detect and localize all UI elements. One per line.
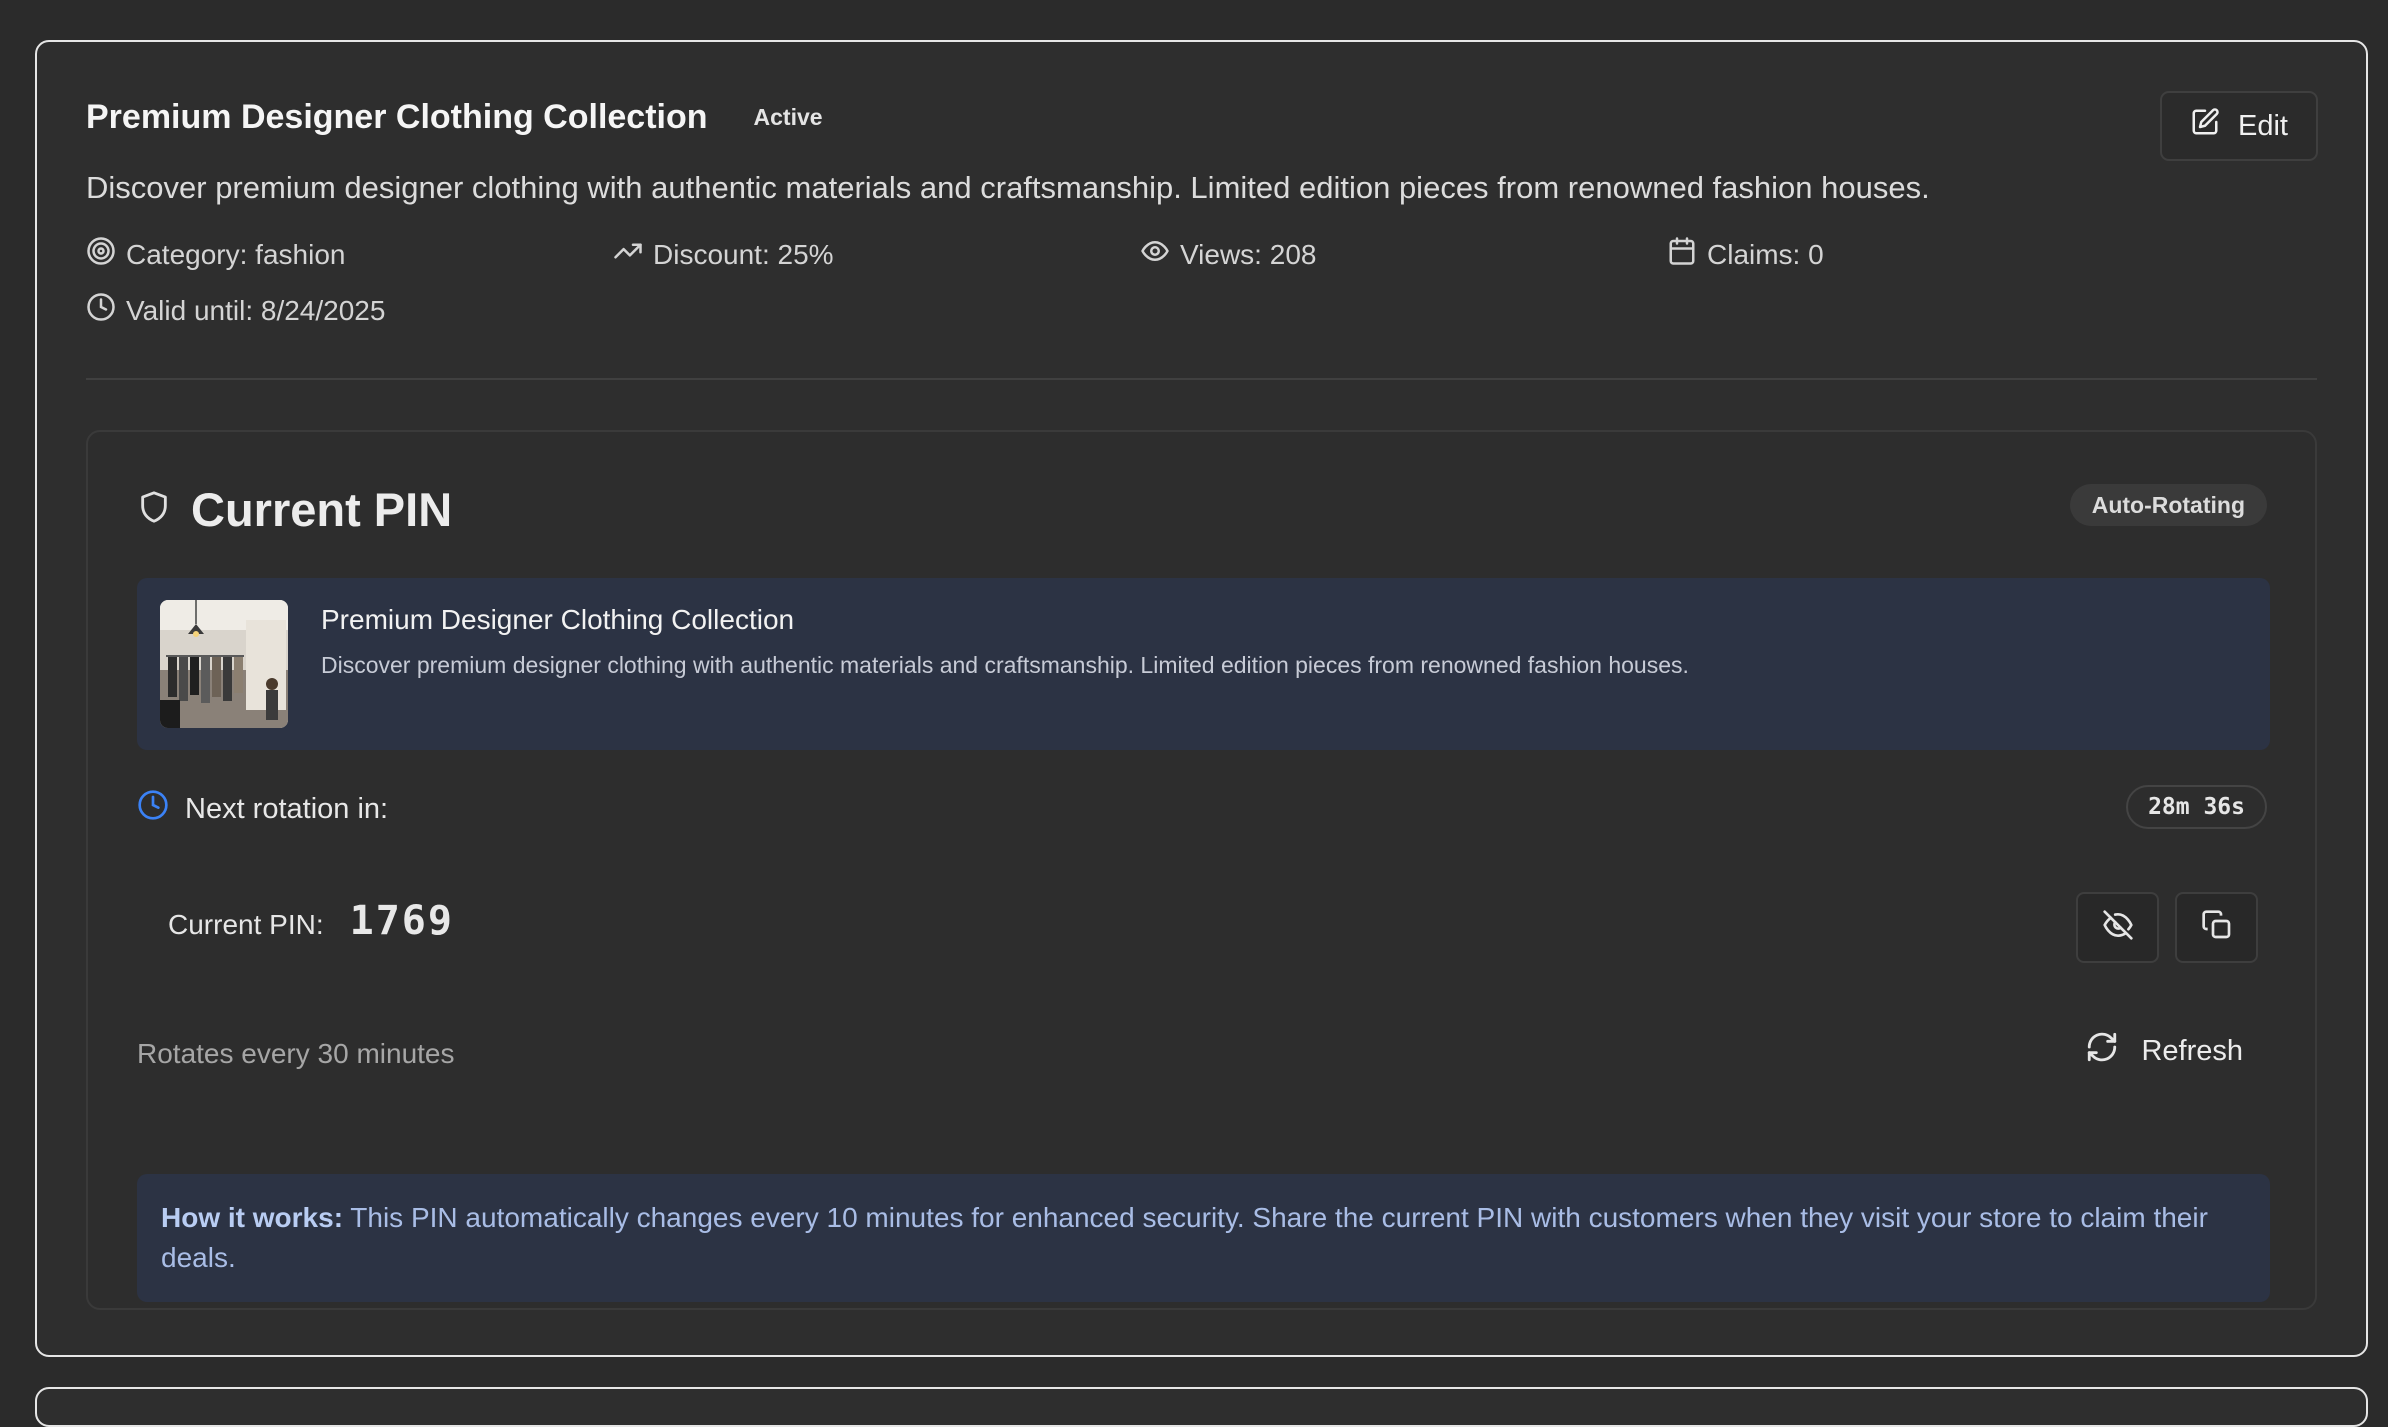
next-deal-card bbox=[35, 1387, 2368, 1427]
meta-category: Category: fashion bbox=[86, 236, 345, 273]
valid-until-text: Valid until: 8/24/2025 bbox=[126, 294, 386, 326]
pin-card: Current PIN Auto-Rotating Premium Design… bbox=[86, 430, 2317, 1310]
current-pin-row: Current PIN: 1769 bbox=[168, 898, 454, 944]
pin-card-header: Current PIN bbox=[137, 482, 452, 537]
meta-views: Views: 208 bbox=[1140, 236, 1316, 273]
category-text: Category: fashion bbox=[126, 238, 346, 270]
current-pin-label: Current PIN: bbox=[168, 909, 324, 940]
views-text: Views: 208 bbox=[1180, 238, 1317, 270]
refresh-label: Refresh bbox=[2141, 1034, 2243, 1067]
status-badge: Active bbox=[753, 104, 823, 130]
trending-up-icon bbox=[613, 236, 643, 273]
current-pin-value: 1769 bbox=[349, 898, 454, 944]
meta-discount: Discount: 25% bbox=[613, 236, 834, 273]
edit-icon bbox=[2190, 107, 2220, 145]
clock-icon bbox=[86, 292, 116, 329]
deal-title: Premium Designer Clothing Collection bbox=[86, 98, 708, 136]
deal-summary-title: Premium Designer Clothing Collection bbox=[321, 604, 795, 635]
copy-pin-button[interactable] bbox=[2175, 892, 2258, 963]
deal-summary: Premium Designer Clothing Collection Dis… bbox=[137, 578, 2270, 750]
rotation-timer: 28m 36s bbox=[2126, 785, 2267, 829]
refresh-icon bbox=[2085, 1030, 2119, 1072]
deal-summary-description: Discover premium designer clothing with … bbox=[321, 652, 1689, 678]
how-it-works-box: How it works: This PIN automatically cha… bbox=[137, 1174, 2270, 1302]
rotation-interval-text: Rotates every 30 minutes bbox=[137, 1038, 455, 1069]
deal-card: Premium Designer Clothing Collection Act… bbox=[35, 40, 2368, 1357]
next-rotation-label: Next rotation in: bbox=[185, 792, 389, 825]
eye-icon bbox=[1140, 236, 1170, 273]
deal-thumbnail bbox=[160, 600, 288, 728]
deal-description: Discover premium designer clothing with … bbox=[86, 170, 1930, 205]
clock-icon bbox=[137, 789, 169, 829]
meta-claims: Claims: 0 bbox=[1667, 236, 1824, 273]
pin-card-title: Current PIN bbox=[191, 483, 453, 536]
claims-text: Claims: 0 bbox=[1707, 238, 1824, 270]
target-icon bbox=[86, 236, 116, 273]
hide-pin-button[interactable] bbox=[2076, 892, 2159, 963]
meta-valid-until: Valid until: 8/24/2025 bbox=[86, 292, 385, 329]
discount-text: Discount: 25% bbox=[653, 238, 834, 270]
divider bbox=[86, 378, 2317, 380]
deal-header: Premium Designer Clothing Collection Act… bbox=[86, 98, 823, 137]
refresh-button[interactable]: Refresh bbox=[2085, 1030, 2243, 1072]
shield-icon bbox=[137, 488, 171, 531]
how-it-works-text: This PIN automatically changes every 10 … bbox=[161, 1202, 2208, 1273]
how-it-works-label: How it works: bbox=[161, 1202, 344, 1233]
edit-label: Edit bbox=[2238, 109, 2288, 142]
auto-rotating-badge: Auto-Rotating bbox=[2069, 484, 2267, 526]
eye-off-icon bbox=[2102, 909, 2134, 946]
calendar-icon bbox=[1667, 236, 1697, 273]
copy-icon bbox=[2201, 909, 2233, 946]
next-rotation: Next rotation in: bbox=[137, 789, 388, 829]
edit-button[interactable]: Edit bbox=[2160, 91, 2318, 161]
